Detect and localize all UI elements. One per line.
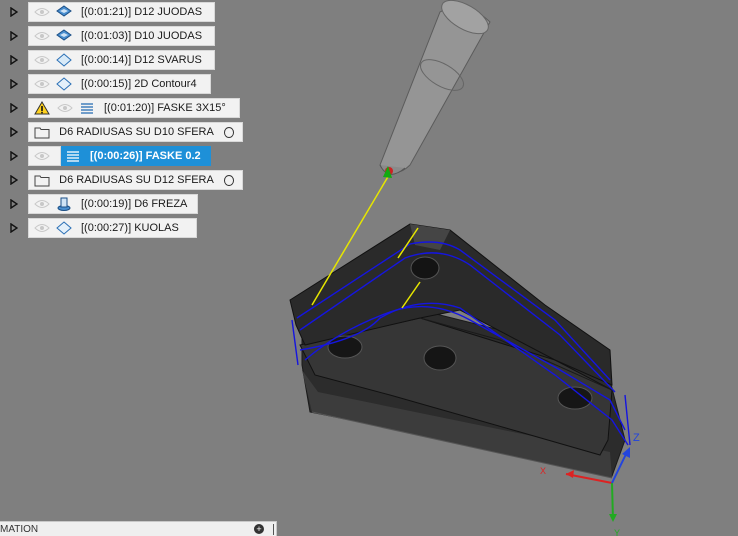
expand-arrow-icon[interactable] xyxy=(0,97,28,119)
cutting-tool xyxy=(379,0,491,175)
status-circle-icon xyxy=(223,174,234,186)
bottom-panel[interactable]: MATION + xyxy=(0,521,277,536)
tree-row-op-3: [(0:00:14)] D12 SVARUS xyxy=(0,49,215,71)
folder-item[interactable]: D6 RADIUSAS SU D12 SFERA xyxy=(28,170,243,190)
visibility-eye-icon[interactable] xyxy=(31,74,53,94)
operation-item[interactable]: [(0:00:19)] D6 FREZA xyxy=(28,194,198,214)
expand-arrow-icon[interactable] xyxy=(0,169,28,191)
operation-label: [(0:00:19)] D6 FREZA xyxy=(81,198,188,210)
expand-arrow-icon[interactable] xyxy=(0,121,28,143)
operation-label: [(0:00:15)] 2D Contour4 xyxy=(81,78,197,90)
folder-icon xyxy=(33,122,51,142)
expand-arrow-icon[interactable] xyxy=(0,193,28,215)
warning-icon xyxy=(32,98,52,118)
operation-item[interactable]: [(0:01:21)] D12 JUODAS xyxy=(28,2,215,22)
tree-row-op-8: [(0:00:27)] KUOLAS xyxy=(0,217,197,239)
tree-row-op-7: [(0:00:19)] D6 FREZA xyxy=(0,193,198,215)
axis-label-z: Z xyxy=(633,432,640,444)
adaptive-clearing-icon xyxy=(53,26,75,46)
operation-label: [(0:00:27)] KUOLAS xyxy=(81,222,179,234)
tree-row-folder-1: D6 RADIUSAS SU D10 SFERA xyxy=(0,121,243,143)
tree-row-op-6: [(0:00:26)] FASKE 0.2 xyxy=(0,145,211,167)
operation-label: [(0:01:03)] D10 JUODAS xyxy=(81,30,203,42)
axis-label-y: Y xyxy=(614,528,620,536)
visibility-eye-icon[interactable] xyxy=(31,2,53,22)
visibility-eye-icon[interactable] xyxy=(31,26,53,46)
expand-plus-icon[interactable]: + xyxy=(254,524,264,534)
bottom-panel-label: MATION xyxy=(0,523,39,535)
operation-item[interactable]: [(0:01:03)] D10 JUODAS xyxy=(28,26,215,46)
folder-item[interactable]: D6 RADIUSAS SU D10 SFERA xyxy=(28,122,243,142)
expand-arrow-icon[interactable] xyxy=(0,145,28,167)
visibility-eye-icon[interactable] xyxy=(31,218,53,238)
operation-label: [(0:00:26)] FASKE 0.2 xyxy=(90,150,201,162)
expand-arrow-icon[interactable] xyxy=(0,25,28,47)
tree-row-op-1: [(0:01:21)] D12 JUODAS xyxy=(0,1,215,23)
operation-item[interactable]: [(0:01:20)] FASKE 3X15° xyxy=(28,98,240,118)
pocket-icon xyxy=(53,50,75,70)
folder-label: D6 RADIUSAS SU D12 SFERA xyxy=(59,174,214,186)
operation-item[interactable]: [(0:00:27)] KUOLAS xyxy=(28,218,197,238)
expand-arrow-icon[interactable] xyxy=(0,49,28,71)
visibility-eye-icon[interactable] xyxy=(31,50,53,70)
operation-item[interactable]: [(0:00:15)] 2D Contour4 xyxy=(28,74,211,94)
visibility-eye-icon[interactable] xyxy=(54,98,76,118)
panel-divider xyxy=(273,524,274,535)
visibility-eye-icon[interactable] xyxy=(31,194,53,214)
expand-arrow-icon[interactable] xyxy=(0,217,28,239)
axis-label-x: X xyxy=(540,466,546,476)
folder-label: D6 RADIUSAS SU D10 SFERA xyxy=(59,126,214,138)
tree-row-op-5: [(0:01:20)] FASKE 3X15° xyxy=(0,97,240,119)
operation-visibility-cell[interactable] xyxy=(28,146,61,166)
contour-icon xyxy=(53,218,75,238)
drill-icon xyxy=(53,194,75,214)
adaptive-clearing-icon xyxy=(53,2,75,22)
tree-row-folder-2: D6 RADIUSAS SU D12 SFERA xyxy=(0,169,243,191)
scallop-icon xyxy=(76,98,98,118)
operation-label: [(0:00:14)] D12 SVARUS xyxy=(81,54,202,66)
tree-row-op-2: [(0:01:03)] D10 JUODAS xyxy=(0,25,215,47)
expand-arrow-icon[interactable] xyxy=(0,73,28,95)
folder-icon xyxy=(33,170,51,190)
visibility-eye-icon[interactable] xyxy=(31,146,53,166)
operation-label: [(0:01:20)] FASKE 3X15° xyxy=(104,102,226,114)
expand-arrow-icon[interactable] xyxy=(0,1,28,23)
contour-icon xyxy=(53,74,75,94)
operation-item[interactable]: [(0:00:14)] D12 SVARUS xyxy=(28,50,215,70)
operation-item-selected[interactable]: [(0:00:26)] FASKE 0.2 xyxy=(61,146,211,166)
status-circle-icon xyxy=(223,126,234,138)
operation-label: [(0:01:21)] D12 JUODAS xyxy=(81,6,203,18)
scallop-icon xyxy=(62,146,84,166)
tree-row-op-4: [(0:00:15)] 2D Contour4 xyxy=(0,73,211,95)
